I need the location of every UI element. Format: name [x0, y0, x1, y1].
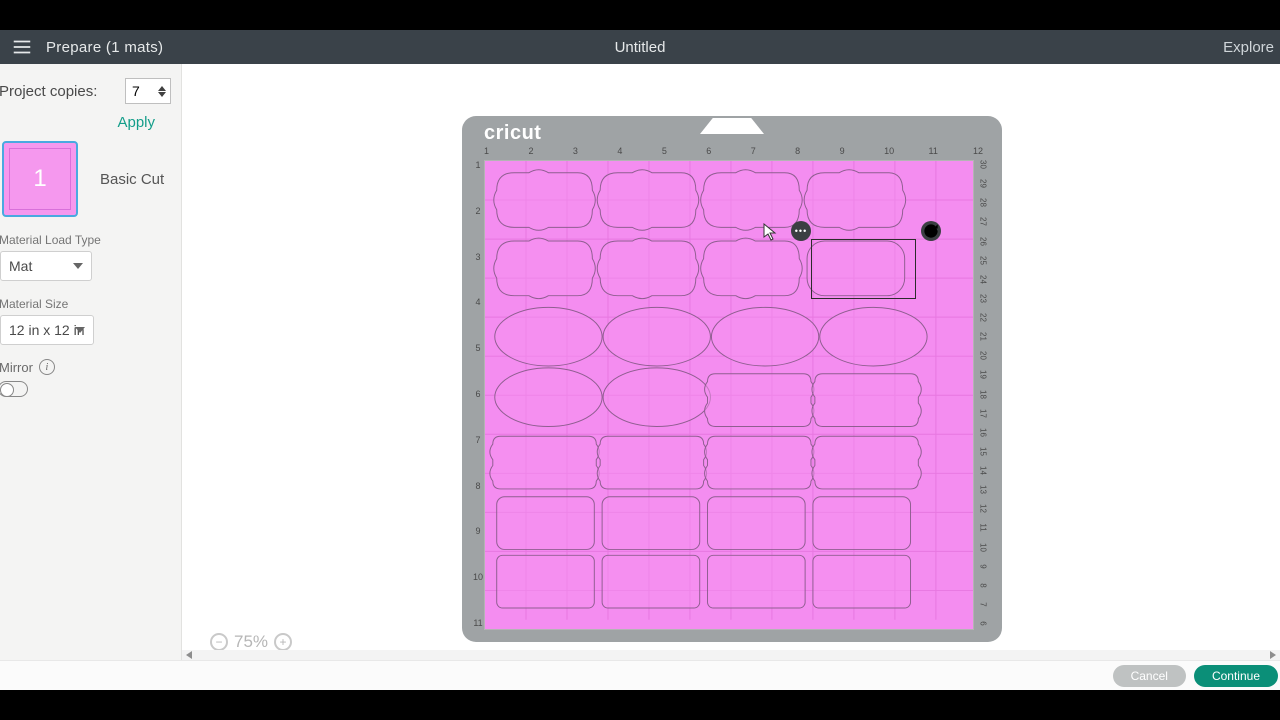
mirror-toggle[interactable] [0, 381, 28, 397]
horizontal-scrollbar[interactable] [182, 650, 1280, 660]
material-load-type-select[interactable]: Mat [0, 251, 92, 281]
cancel-button[interactable]: Cancel [1113, 665, 1186, 687]
ruler-vertical-left: 1234567891011 [472, 160, 484, 628]
hamburger-icon [11, 36, 33, 58]
project-copies-stepper[interactable] [125, 78, 171, 104]
shape-row-5 [490, 436, 921, 489]
zoom-in-button[interactable]: + [274, 633, 292, 651]
more-options-button[interactable] [791, 221, 811, 241]
ruler-vertical-right: 3029282726252423222120191817161514131211… [976, 160, 990, 628]
shape-row-4 [495, 368, 921, 427]
shape-row-3 [495, 307, 927, 366]
material-load-type-value: Mat [9, 258, 32, 274]
shape-row-7 [497, 555, 911, 608]
project-copies-label: Project copies: [0, 83, 125, 100]
apply-button[interactable]: Apply [0, 104, 171, 137]
project-copies-input[interactable] [126, 83, 154, 99]
project-title: Untitled [615, 39, 666, 56]
mat-operation-label: Basic Cut [100, 171, 164, 188]
footer: Cancel Continue [0, 660, 1280, 690]
chevron-down-icon [75, 327, 85, 333]
mat-preview: cricut 123456789101112 1234567891011 302… [462, 116, 1002, 642]
mat-notch-icon [700, 118, 764, 134]
letterbox-bottom [0, 690, 1280, 720]
zoom-level: 75% [234, 632, 268, 652]
canvas-area[interactable]: cricut 123456789101112 1234567891011 302… [182, 64, 1280, 660]
info-icon[interactable]: i [39, 359, 55, 375]
mirror-label: Mirror [0, 360, 33, 375]
mat-thumbnail[interactable]: 1 [2, 141, 78, 217]
material-size-label: Material Size [0, 293, 181, 315]
brand-logo: cricut [484, 122, 541, 145]
material-load-type-label: Material Load Type [0, 229, 181, 251]
mat-surface[interactable] [484, 160, 974, 630]
menu-button[interactable] [0, 36, 44, 58]
letterbox-top [0, 0, 1280, 30]
explore-label[interactable]: Explore [1223, 39, 1274, 56]
material-size-select[interactable]: 12 in x 12 in [0, 315, 94, 345]
material-size-value: 12 in x 12 in [9, 322, 85, 338]
zoom-out-button[interactable]: − [210, 633, 228, 651]
continue-button[interactable]: Continue [1194, 665, 1278, 687]
scroll-right-icon[interactable] [1270, 651, 1276, 659]
shape-row-6 [497, 497, 911, 550]
prepare-label: Prepare (1 mats) [46, 39, 163, 56]
stepper-down-icon[interactable] [158, 92, 166, 97]
sidebar: Project copies: Apply 1 Basic Cut Materi… [0, 64, 182, 660]
chevron-down-icon [73, 263, 83, 269]
scroll-left-icon[interactable] [186, 651, 192, 659]
rotate-icon [921, 221, 941, 241]
cursor-icon [763, 223, 777, 241]
stepper-up-icon[interactable] [158, 86, 166, 91]
zoom-controls: − 75% + [210, 632, 292, 652]
titlebar: Prepare (1 mats) Untitled Explore [0, 30, 1280, 64]
ruler-horizontal: 123456789101112 [484, 146, 974, 158]
selection-box[interactable] [811, 239, 916, 299]
mat-grid [485, 161, 973, 620]
rotate-handle[interactable] [921, 221, 941, 241]
